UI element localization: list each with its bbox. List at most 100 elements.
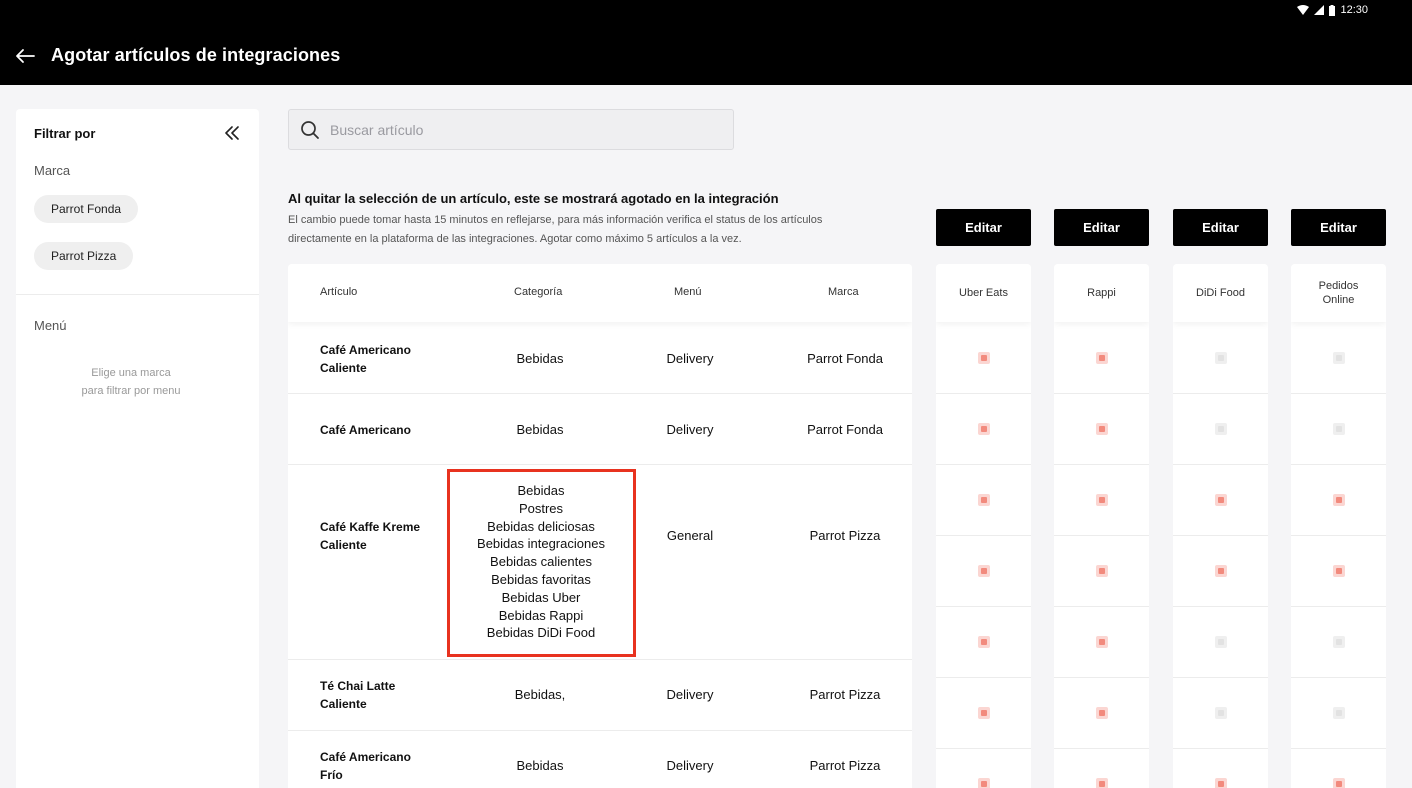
integration-cell xyxy=(1173,536,1268,607)
collapse-double-chevron-icon[interactable] xyxy=(223,124,241,142)
availability-checkbox[interactable] xyxy=(1333,423,1345,435)
integration-cell xyxy=(1054,536,1149,607)
availability-checkbox[interactable] xyxy=(1333,565,1345,577)
availability-checkbox[interactable] xyxy=(1096,352,1108,364)
integration-cell xyxy=(1291,749,1386,788)
category-list: Bebidas Postres Bebidas deliciosas Bebid… xyxy=(447,482,635,642)
integration-cell xyxy=(936,394,1031,465)
integration-name: Pedidos xyxy=(1318,280,1359,292)
integration-cell xyxy=(1173,607,1268,678)
edit-uber-eats-button[interactable]: Editar xyxy=(936,209,1031,246)
edit-rappi-button[interactable]: Editar xyxy=(1054,209,1149,246)
integration-cell xyxy=(1054,323,1149,394)
category-cell: Bebidas, xyxy=(514,687,566,702)
battery-icon xyxy=(1329,4,1336,16)
menu-cell: Delivery xyxy=(666,687,714,702)
integration-header: DiDi Food xyxy=(1173,264,1268,322)
article-name: Té Chai Latte Caliente xyxy=(320,677,450,713)
category-item: Postres xyxy=(518,500,564,516)
availability-checkbox[interactable] xyxy=(1215,565,1227,577)
article-name-line1: Café Kaffe Kreme xyxy=(320,520,421,534)
integration-name: Uber Eats xyxy=(959,287,1008,299)
integration-cell xyxy=(1291,607,1386,678)
availability-checkbox[interactable] xyxy=(1096,494,1108,506)
table-header: Artículo Categoría Menú Marca xyxy=(288,264,912,322)
availability-checkbox[interactable] xyxy=(1215,778,1227,788)
menu-hint-line1: Elige una marca xyxy=(91,367,171,379)
integration-cell xyxy=(1054,465,1149,536)
menu-hint-line2: para filtrar por menu xyxy=(81,385,181,397)
availability-checkbox[interactable] xyxy=(1096,778,1108,788)
category-item: Bebidas calientes xyxy=(490,554,592,570)
integration-column-didi-food: DiDi Food xyxy=(1173,264,1268,788)
availability-checkbox[interactable] xyxy=(1215,494,1227,506)
availability-checkbox[interactable] xyxy=(1096,423,1108,435)
info-title: Al quitar la selección de un artículo, e… xyxy=(288,191,779,206)
availability-checkbox[interactable] xyxy=(978,778,990,788)
integration-cell xyxy=(1291,323,1386,394)
availability-checkbox[interactable] xyxy=(978,636,990,648)
brand-chip-parrot-fonda[interactable]: Parrot Fonda xyxy=(34,195,139,223)
edit-pedidos-online-button[interactable]: Editar xyxy=(1291,209,1386,246)
menu-filter-label: Menú xyxy=(34,318,67,333)
filter-sidebar: Filtrar por Marca Parrot Fonda Parrot Pi… xyxy=(16,109,259,788)
wifi-icon xyxy=(1297,5,1310,15)
table-row: Café Americano Caliente Bebidas Delivery… xyxy=(288,323,912,394)
availability-checkbox[interactable] xyxy=(1333,778,1345,788)
availability-checkbox[interactable] xyxy=(1096,636,1108,648)
brand-cell: Parrot Fonda xyxy=(807,422,883,437)
availability-checkbox[interactable] xyxy=(1215,707,1227,719)
info-line2: directamente en la plataforma de las int… xyxy=(288,233,742,245)
integration-cell xyxy=(1054,607,1149,678)
integration-cell xyxy=(936,607,1031,678)
category-item: Bebidas integraciones xyxy=(477,536,605,552)
availability-checkbox[interactable] xyxy=(978,352,990,364)
divider xyxy=(16,294,259,295)
category-cell: Bebidas xyxy=(516,758,564,773)
availability-checkbox[interactable] xyxy=(1096,565,1108,577)
brand-chip-parrot-pizza[interactable]: Parrot Pizza xyxy=(34,242,134,270)
integration-name: Rappi xyxy=(1087,287,1116,299)
category-item: Bebidas Uber xyxy=(501,589,581,605)
availability-checkbox[interactable] xyxy=(1333,707,1345,719)
article-name-line1: Café Americano xyxy=(320,343,411,357)
integration-cell xyxy=(936,536,1031,607)
menu-cell: Delivery xyxy=(666,351,714,366)
brand-cell: Parrot Pizza xyxy=(809,687,881,702)
availability-checkbox[interactable] xyxy=(1333,636,1345,648)
integration-cell xyxy=(1054,678,1149,749)
integration-cell xyxy=(1291,465,1386,536)
availability-checkbox[interactable] xyxy=(1215,636,1227,648)
col-header-category: Categoría xyxy=(514,286,563,298)
integration-column-rappi: Rappi xyxy=(1054,264,1149,788)
menu-cell: General xyxy=(666,528,714,543)
integration-cell xyxy=(1291,536,1386,607)
availability-checkbox[interactable] xyxy=(978,423,990,435)
availability-checkbox[interactable] xyxy=(1333,494,1345,506)
availability-checkbox[interactable] xyxy=(1215,352,1227,364)
info-line1: El cambio puede tomar hasta 15 minutos e… xyxy=(288,214,823,226)
article-name-line2: Frío xyxy=(320,768,343,782)
back-arrow-icon[interactable] xyxy=(14,45,36,67)
integration-name: DiDi Food xyxy=(1196,287,1245,299)
availability-checkbox[interactable] xyxy=(978,565,990,577)
availability-checkbox[interactable] xyxy=(1096,707,1108,719)
integration-cell xyxy=(936,678,1031,749)
availability-checkbox[interactable] xyxy=(1333,352,1345,364)
category-cell: Bebidas xyxy=(516,422,564,437)
brand-cell: Parrot Pizza xyxy=(809,528,881,543)
integration-header: Rappi xyxy=(1054,264,1149,322)
menu-cell: Delivery xyxy=(666,758,714,773)
search-input[interactable] xyxy=(330,110,725,149)
integration-header: Uber Eats xyxy=(936,264,1031,322)
availability-checkbox[interactable] xyxy=(978,494,990,506)
brand-cell: Parrot Fonda xyxy=(807,351,883,366)
category-cell: Bebidas xyxy=(516,351,564,366)
availability-checkbox[interactable] xyxy=(1215,423,1227,435)
table-row: Café Kaffe Kreme Caliente Bebidas Postre… xyxy=(288,465,912,660)
availability-checkbox[interactable] xyxy=(978,707,990,719)
edit-didi-food-button[interactable]: Editar xyxy=(1173,209,1268,246)
category-item: Bebidas Rappi xyxy=(498,607,584,623)
integration-cell xyxy=(1173,323,1268,394)
article-name-line2: Caliente xyxy=(320,361,367,375)
